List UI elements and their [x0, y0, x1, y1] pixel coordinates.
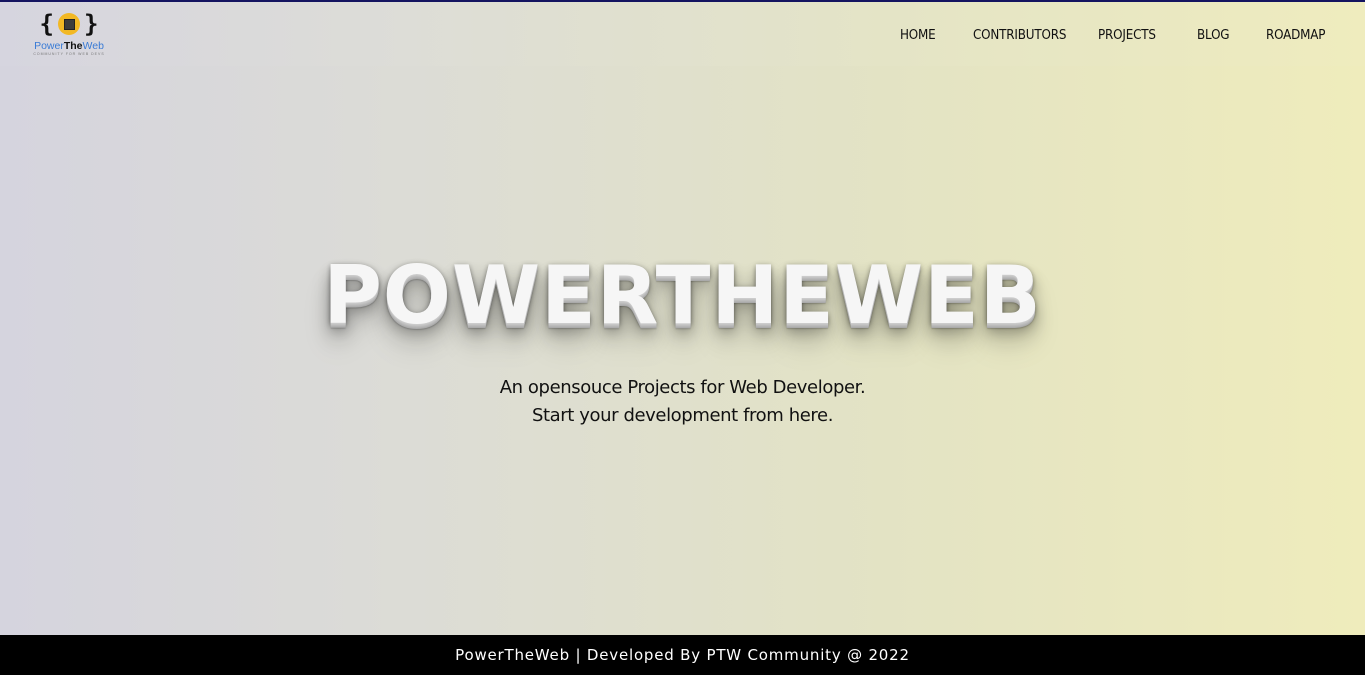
- site-footer: PowerTheWeb | Developed By PTW Community…: [0, 635, 1365, 675]
- nav-item-contributors[interactable]: CONTRIBUTORS: [973, 28, 1066, 43]
- nav-item-home[interactable]: HOME: [900, 28, 936, 43]
- footer-text: PowerTheWeb | Developed By PTW Community…: [455, 646, 910, 664]
- nav-item-roadmap[interactable]: ROADMAP: [1266, 28, 1326, 43]
- hero-title: POWERTHEWEB: [323, 249, 1042, 342]
- site-header: { } PowerTheWeb COMMUNITY FOR WEB DEVS H…: [0, 2, 1365, 66]
- hero-subtitle-line2: Start your development from here.: [531, 405, 834, 426]
- hero-subtitle-line1: An opensouce Projects for Web Developer.: [499, 377, 866, 398]
- nav-item-projects[interactable]: PROJECTS: [1098, 28, 1156, 43]
- nav-item-blog[interactable]: BLOG: [1197, 28, 1230, 43]
- logo-tagline: COMMUNITY FOR WEB DEVS: [33, 52, 105, 56]
- main-nav: HOME CONTRIBUTORS PROJECTS BLOG ROADMAP: [0, 28, 1365, 48]
